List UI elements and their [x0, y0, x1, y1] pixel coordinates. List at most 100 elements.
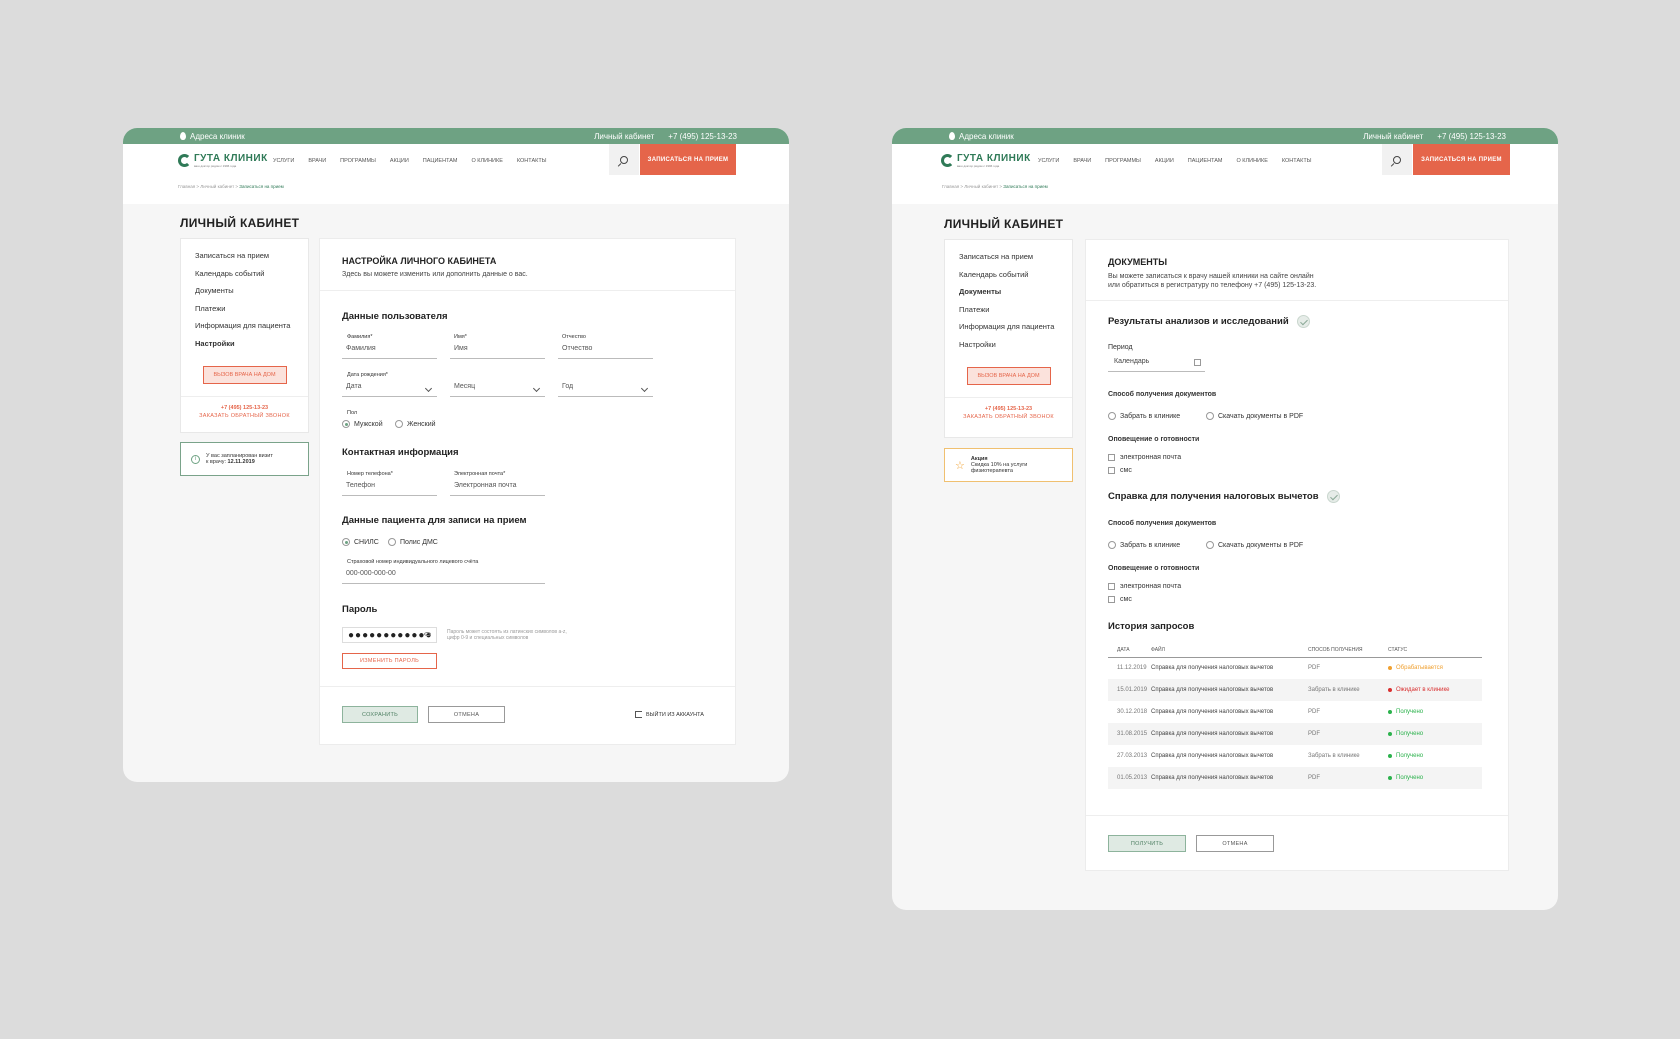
menu-item-promos[interactable]: акции: [1155, 158, 1174, 164]
menu-item-doctors[interactable]: врачи: [1073, 158, 1091, 164]
period-field[interactable]: Календарь: [1108, 358, 1205, 372]
main-nav: ГУТА КЛИНИК ваш доктор рядом с 1996 года…: [123, 144, 789, 204]
sidebar-phone[interactable]: +7 (495) 125-13-23: [945, 406, 1072, 412]
sms-checkbox[interactable]: смс: [1108, 467, 1132, 474]
row-date: 30.12.2018: [1117, 709, 1148, 715]
home-visit-button[interactable]: ВЫЗОВ ВРАЧА НА ДОМ: [966, 367, 1051, 385]
snils-radio[interactable]: СНИЛС: [342, 538, 379, 546]
snils-label: СНИЛС: [354, 538, 379, 546]
menu-item-patients[interactable]: пациентам: [1188, 158, 1223, 164]
menu-item-about[interactable]: о клинике: [472, 158, 503, 164]
checkbox-icon: [1108, 454, 1115, 461]
logo-name: ГУТА КЛИНИК: [194, 153, 268, 164]
logo[interactable]: ГУТА КЛИНИК ваш доктор рядом с 1996 года: [178, 153, 268, 168]
phone-field[interactable]: Телефон: [342, 482, 437, 496]
table-row[interactable]: 15.01.2019 Справка для получения налоговы…: [1108, 679, 1482, 701]
sidebar-item-appointment[interactable]: Записаться на прием: [181, 247, 308, 265]
calendar-icon[interactable]: [1194, 359, 1201, 366]
radio-icon: [388, 538, 396, 546]
save-button[interactable]: СОХРАНИТЬ: [342, 706, 418, 723]
email-field[interactable]: Электронная почта: [450, 482, 545, 496]
firstname-field[interactable]: Имя: [450, 345, 545, 359]
sidebar-item-patient-info[interactable]: Информация для пациента: [181, 317, 308, 335]
menu-item-patients[interactable]: пациентам: [423, 158, 458, 164]
breadcrumb-account[interactable]: Личный кабинет: [964, 184, 998, 189]
row-status: Обрабатывается: [1388, 657, 1482, 679]
download-pdf-radio[interactable]: Скачать документы в PDF: [1206, 412, 1303, 420]
sidebar-item-calendar[interactable]: Календарь событий: [181, 265, 308, 283]
breadcrumb-account[interactable]: Личный кабинет: [200, 184, 234, 189]
sidebar-item-documents[interactable]: Документы: [181, 282, 308, 300]
table-row[interactable]: 01.05.2013 Справка для получения налоговы…: [1108, 767, 1482, 789]
account-link[interactable]: Личный кабинет: [594, 132, 654, 141]
callback-link[interactable]: ЗАКАЗАТЬ ОБРАТНЫЙ ЗВОНОК: [181, 413, 308, 427]
row-method: PDF: [1308, 767, 1388, 789]
download-pdf-radio[interactable]: Скачать документы в PDF: [1206, 541, 1303, 549]
logo[interactable]: ГУТА КЛИНИК ваш доктор рядом с 1996 года: [941, 153, 1031, 168]
clinic-addresses-link[interactable]: Адреса клиник: [949, 132, 1363, 141]
eye-icon[interactable]: [424, 632, 431, 636]
sidebar-item-appointment[interactable]: Записаться на прием: [945, 248, 1072, 266]
dms-radio[interactable]: Полис ДМС: [388, 538, 438, 546]
breadcrumb-home[interactable]: Главная: [942, 184, 959, 189]
search-button[interactable]: [1382, 144, 1412, 175]
table-row[interactable]: 31.08.2015 Справка для получения налоговы…: [1108, 723, 1482, 745]
email-checkbox[interactable]: электронная почта: [1108, 583, 1181, 590]
menu-item-programs[interactable]: программы: [340, 158, 376, 164]
logout-button[interactable]: ВЫЙТИ ИЗ АККАУНТА: [635, 711, 704, 718]
cancel-button[interactable]: ОТМЕНА: [1196, 835, 1274, 852]
get-button[interactable]: ПОЛУЧИТЬ: [1108, 835, 1186, 852]
row-file: Справка для получения налоговых вычетов: [1151, 679, 1308, 701]
table-row[interactable]: 30.12.2018 Справка для получения налоговы…: [1108, 701, 1482, 723]
sidebar-item-payments[interactable]: Платежи: [945, 301, 1072, 319]
password-field[interactable]: ●●●●●●●●●●●●: [342, 627, 437, 643]
birth-day-select[interactable]: Дата: [342, 383, 437, 397]
email-checkbox[interactable]: электронная почта: [1108, 454, 1181, 461]
breadcrumb-current: Записаться на прием: [1003, 184, 1048, 189]
home-visit-button[interactable]: ВЫЗОВ ВРАЧА НА ДОМ: [202, 366, 287, 384]
sidebar-item-settings[interactable]: Настройки: [945, 336, 1072, 354]
firstname-label: Имя*: [454, 334, 467, 340]
sidebar-phone[interactable]: +7 (495) 125-13-23: [181, 405, 308, 411]
sidebar-item-documents[interactable]: Документы: [945, 283, 1072, 301]
phone-link[interactable]: +7 (495) 125-13-23: [668, 132, 737, 141]
callback-link[interactable]: ЗАКАЗАТЬ ОБРАТНЫЙ ЗВОНОК: [945, 414, 1072, 428]
snils-number-field[interactable]: 000-000-000-00: [342, 570, 545, 584]
sms-checkbox[interactable]: смс: [1108, 596, 1132, 603]
table-row[interactable]: 11.12.2019 Справка для получения налоговы…: [1108, 657, 1482, 679]
search-button[interactable]: [609, 144, 639, 175]
gender-female-radio[interactable]: Женский: [395, 420, 436, 428]
menu-item-contacts[interactable]: контакты: [1282, 158, 1312, 164]
sidebar-item-patient-info[interactable]: Информация для пациента: [945, 318, 1072, 336]
menu-item-promos[interactable]: акции: [390, 158, 409, 164]
row-method: Забрать в клинике: [1308, 679, 1388, 701]
menu-item-doctors[interactable]: врачи: [308, 158, 326, 164]
breadcrumb-home[interactable]: Главная: [178, 184, 195, 189]
clinic-addresses-link[interactable]: Адреса клиник: [180, 132, 594, 141]
table-row[interactable]: 27.03.2013 Справка для получения налоговы…: [1108, 745, 1482, 767]
cancel-button[interactable]: ОТМЕНА: [428, 706, 505, 723]
menu-item-contacts[interactable]: контакты: [517, 158, 547, 164]
account-link[interactable]: Личный кабинет: [1363, 132, 1423, 141]
menu-item-about[interactable]: о клинике: [1237, 158, 1268, 164]
menu-item-services[interactable]: услуги: [273, 158, 294, 164]
sidebar-item-payments[interactable]: Платежи: [181, 300, 308, 318]
sidebar-item-settings[interactable]: Настройки: [181, 335, 308, 353]
change-password-button[interactable]: ИЗМЕНИТЬ ПАРОЛЬ: [342, 653, 437, 669]
menu-item-programs[interactable]: программы: [1105, 158, 1141, 164]
phone-link[interactable]: +7 (495) 125-13-23: [1437, 132, 1506, 141]
sidebar-item-calendar[interactable]: Календарь событий: [945, 266, 1072, 284]
book-appointment-button[interactable]: ЗАПИСАТЬСЯ НА ПРИЕМ: [1413, 144, 1510, 175]
gender-male-radio[interactable]: Мужской: [342, 420, 383, 428]
pickup-radio[interactable]: Забрать в клинике: [1108, 541, 1180, 549]
lastname-field[interactable]: Фамилия: [342, 345, 437, 359]
status-text: Получено: [1396, 731, 1424, 737]
birth-year-select[interactable]: Год: [558, 383, 653, 397]
documents-subtitle-line1: Вы можете записаться к врачу нашей клини…: [1108, 273, 1314, 280]
middlename-field[interactable]: Отчество: [558, 345, 653, 359]
promo-card[interactable]: ☆ Акция Скидка 10% на услуги физиотерапе…: [944, 448, 1073, 482]
book-appointment-button[interactable]: ЗАПИСАТЬСЯ НА ПРИЕМ: [640, 144, 736, 175]
birth-month-select[interactable]: Месяц: [450, 383, 545, 397]
menu-item-services[interactable]: услуги: [1038, 158, 1059, 164]
pickup-radio[interactable]: Забрать в клинике: [1108, 412, 1180, 420]
